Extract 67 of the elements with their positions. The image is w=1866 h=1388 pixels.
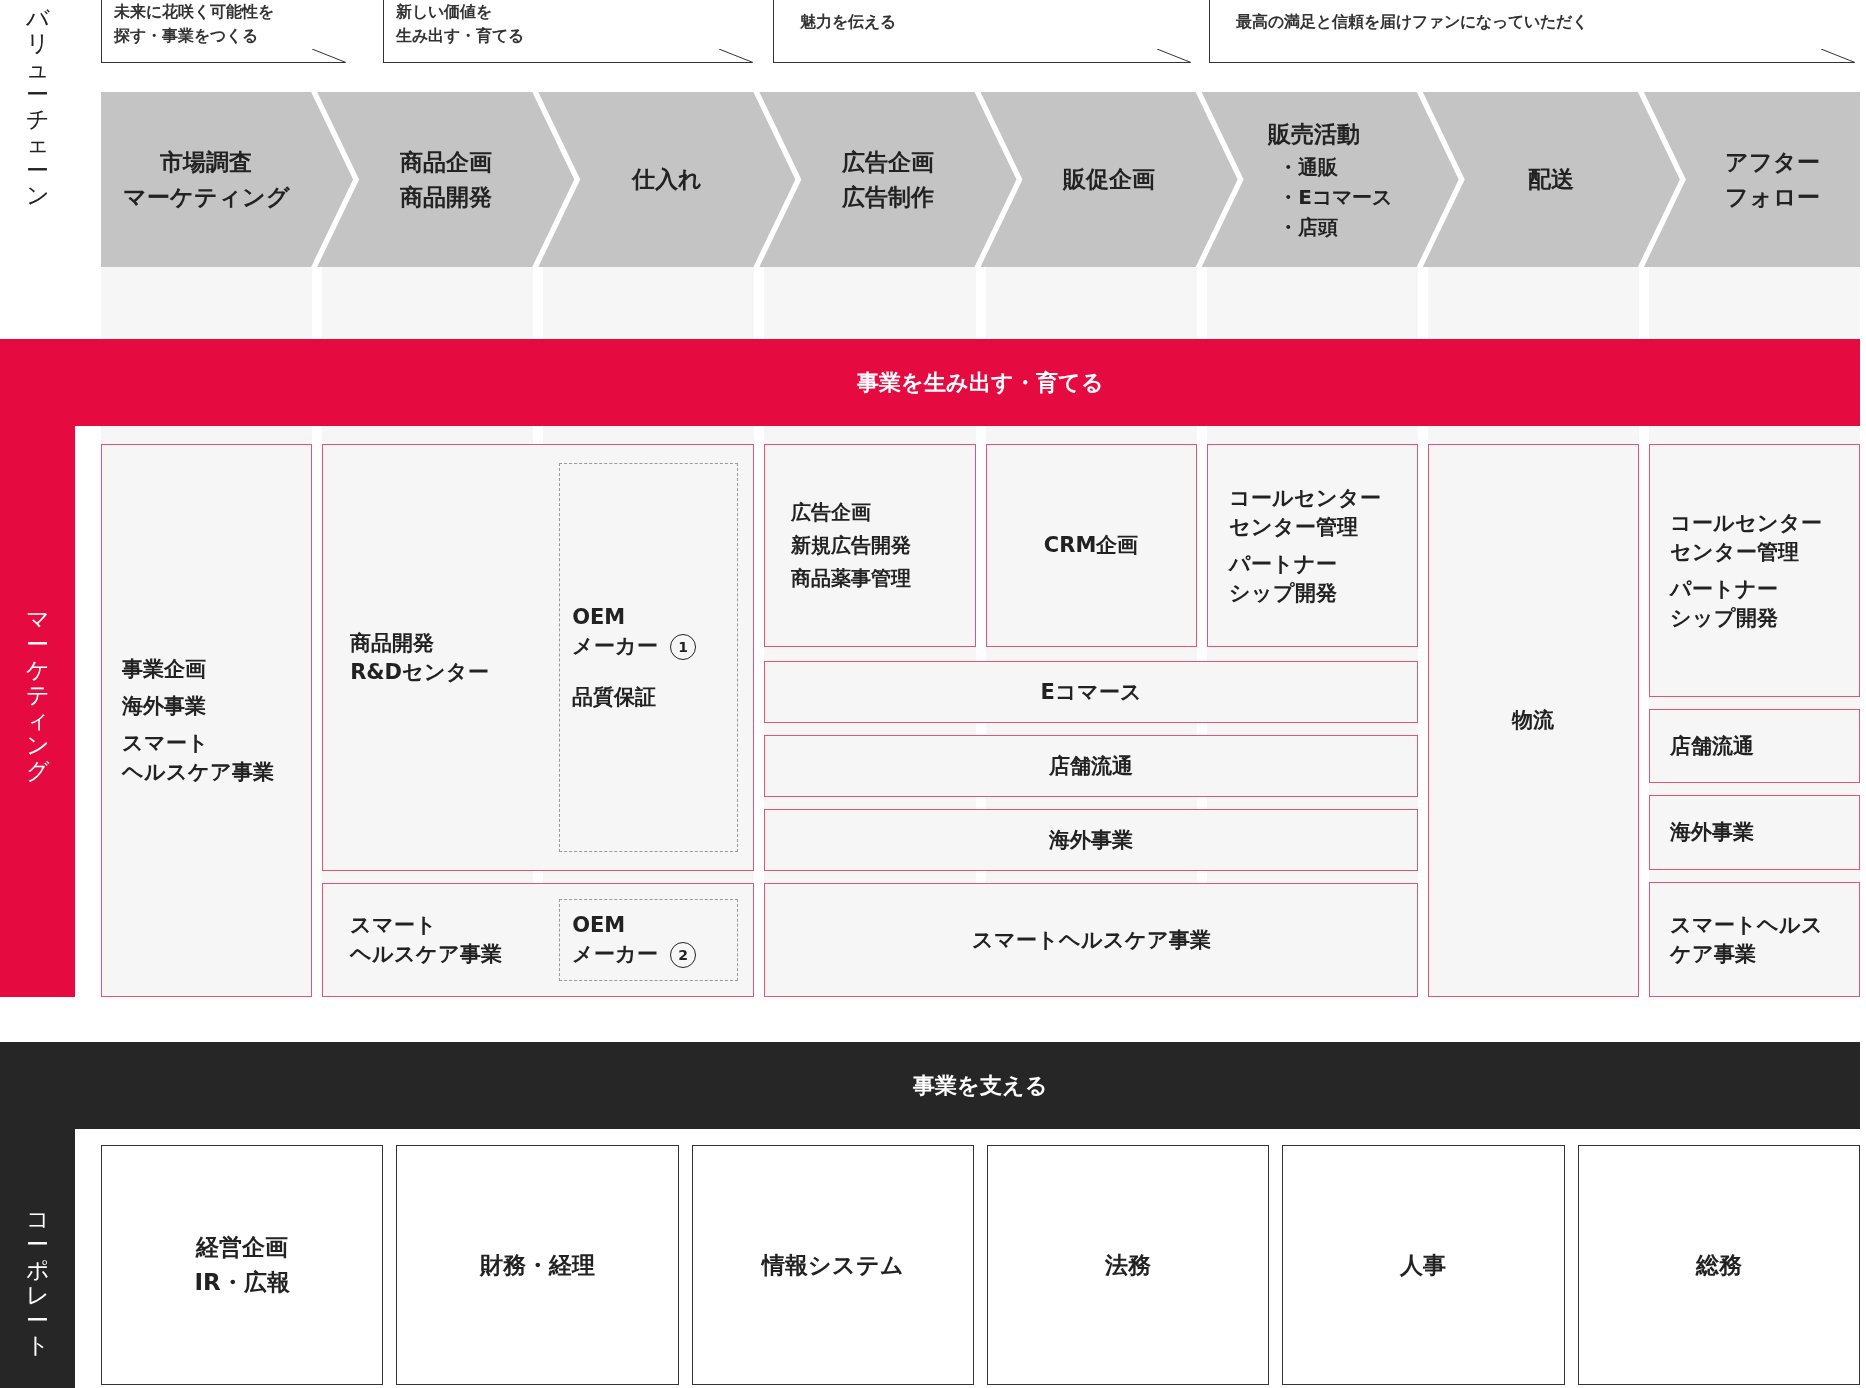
department-label: 店舗流通	[1049, 752, 1134, 780]
partner-label: OEM	[572, 604, 626, 631]
step-item: ・店頭	[1278, 214, 1339, 241]
department-label: コールセンター	[1228, 484, 1381, 512]
partner-label: メーカー	[572, 633, 659, 660]
step-label: 販促企画	[1063, 165, 1156, 194]
department-label: 総務	[1695, 1250, 1742, 1280]
department-label: センター管理	[1669, 538, 1799, 566]
department-label: 海外事業	[122, 692, 206, 720]
callout-text: 生み出す・育てる	[396, 25, 524, 47]
step-label: 広告制作	[841, 182, 934, 212]
department-label: 新規広告開発	[791, 532, 912, 559]
section-label: バリューチェーン	[26, 6, 49, 211]
step-label: 配送	[1528, 165, 1575, 194]
department-label: 品質保証	[572, 684, 657, 711]
step-label: マーケティング	[122, 182, 290, 212]
department-label: センター管理	[1228, 513, 1358, 541]
department-label: ヘルスケア事業	[122, 758, 274, 786]
department-label: 財務・経理	[480, 1250, 595, 1280]
step-label: アフター	[1725, 147, 1821, 177]
department-label: 海外事業	[1669, 819, 1754, 846]
step-label: 商品開発	[399, 182, 492, 212]
department-label: Eコマース	[1040, 678, 1142, 706]
callout-text: 魅力を伝える	[800, 11, 896, 33]
step-label: 仕入れ	[631, 165, 702, 194]
step-item: ・通販	[1278, 154, 1339, 181]
department-label: 事業企画	[122, 655, 206, 683]
department-label: パートナー	[1669, 575, 1778, 603]
department-label: ケア事業	[1669, 940, 1756, 968]
callout-text: 最高の満足と信頼を届けファンになっていただく	[1236, 11, 1588, 33]
step-label: フォロー	[1725, 182, 1821, 212]
section-label: コーポレート	[26, 1207, 49, 1361]
department-label: 商品開発	[350, 629, 435, 657]
step-item: ・Eコマース	[1278, 184, 1392, 211]
step-label: 販売活動	[1268, 120, 1361, 149]
department-label: スマートヘルスケア事業	[971, 926, 1211, 954]
callout-text: 未来に花咲く可能性を	[114, 1, 274, 23]
step-label: 市場調査	[160, 147, 253, 177]
banner-title: 事業を支える	[913, 1071, 1048, 1100]
department-label: R&Dセンター	[350, 658, 490, 686]
department-label: コールセンター	[1669, 509, 1822, 537]
department-label: シップ開発	[1228, 579, 1337, 607]
department-label: スマート	[350, 912, 438, 939]
department-label: ヘルスケア事業	[350, 941, 503, 968]
department-label: パートナー	[1228, 550, 1337, 578]
department-label: 人事	[1400, 1250, 1447, 1280]
section-label: マーケティング	[26, 607, 49, 786]
department-label: スマート	[122, 729, 209, 757]
department-label: 店舗流通	[1669, 732, 1754, 760]
department-label: 経営企画	[196, 1233, 289, 1262]
partner-label: メーカー	[572, 941, 659, 968]
banner-title: 事業を生み出す・育てる	[857, 368, 1104, 397]
step-label: 広告企画	[841, 147, 934, 177]
callout-text: 新しい価値を	[396, 1, 492, 23]
department-label: CRM企画	[1043, 532, 1139, 559]
department-label: 海外事業	[1049, 826, 1134, 854]
department-label: 物流	[1512, 707, 1555, 734]
department-label: IR・広報	[194, 1268, 290, 1297]
department-label: 商品薬事管理	[791, 565, 912, 592]
department-label: スマートヘルス	[1669, 911, 1823, 939]
department-label: シップ開発	[1669, 604, 1778, 632]
department-label: 広告企画	[791, 499, 872, 526]
partner-label: OEM	[572, 912, 626, 939]
callout-text: 探す・事業をつくる	[114, 25, 258, 47]
step-label: 商品企画	[399, 147, 492, 177]
department-label: 法務	[1105, 1250, 1152, 1280]
department-label: 情報システム	[761, 1250, 904, 1280]
